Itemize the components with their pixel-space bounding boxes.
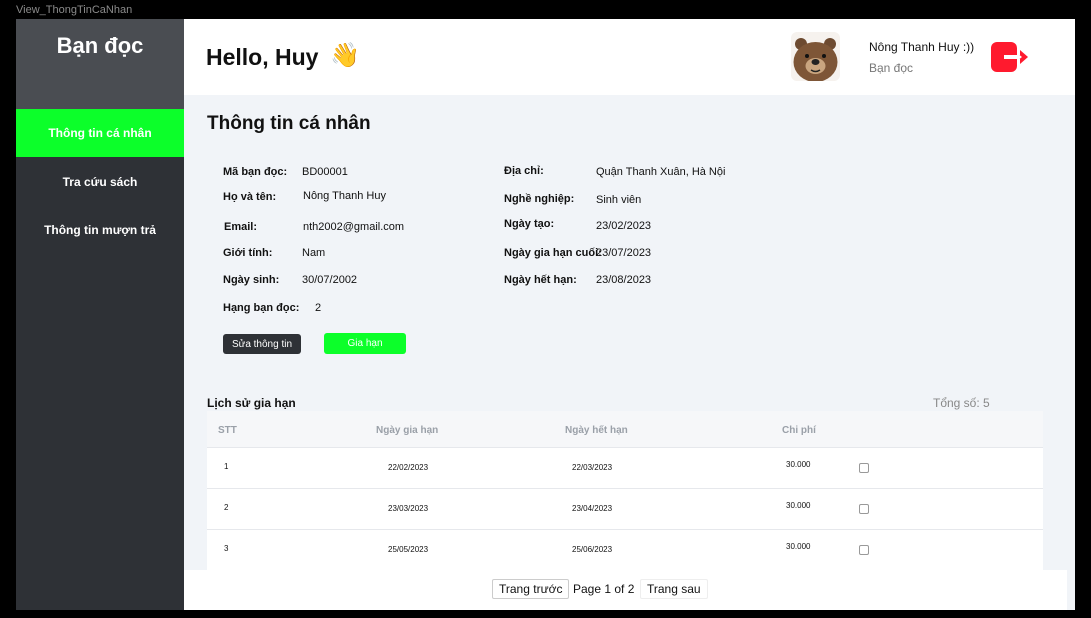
value-gender: Nam bbox=[302, 247, 326, 259]
sidebar-title: Bạn đọc bbox=[56, 33, 144, 58]
section-title: Thông tin cá nhân bbox=[207, 113, 371, 134]
top-header: Hello, Huy 👋 Nông Thanh Huy :)) Bạn đọc bbox=[184, 19, 1075, 95]
frame-label: View_ThongTinCaNhan bbox=[16, 4, 133, 16]
cell-cost: 30.000 bbox=[786, 542, 811, 551]
sidebar-item-book-search[interactable]: Tra cứu sách bbox=[16, 158, 184, 206]
label-created-date: Ngày tạo: bbox=[504, 218, 555, 230]
app-window: Bạn đọc Thông tin cá nhân Tra cứu sách T… bbox=[16, 19, 1075, 610]
cell-stt: 1 bbox=[224, 462, 229, 471]
value-address: Quận Thanh Xuân, Hà Nội bbox=[596, 166, 726, 178]
cell-stt: 2 bbox=[224, 503, 229, 512]
value-expiry-date: 23/08/2023 bbox=[596, 274, 652, 286]
value-full-name: Nông Thanh Huy bbox=[303, 190, 386, 202]
label-occupation: Nghề nghiệp: bbox=[504, 193, 575, 205]
cell-start: 23/03/2023 bbox=[388, 504, 429, 513]
cell-stt: 3 bbox=[224, 544, 229, 553]
history-total: Tổng số: 5 bbox=[933, 396, 990, 410]
label-reader-id: Mã bạn đọc: bbox=[223, 166, 288, 178]
column-header-cost: Chi phí bbox=[782, 425, 816, 436]
column-header-start: Ngày gia hạn bbox=[376, 425, 439, 436]
bear-avatar-icon bbox=[791, 32, 840, 81]
label-address: Địa chỉ: bbox=[504, 165, 544, 177]
sidebar-item-personal-info[interactable]: Thông tin cá nhân bbox=[16, 109, 184, 157]
label-last-renewal: Ngày gia hạn cuối: bbox=[504, 247, 602, 259]
table-row: 2 23/03/2023 23/04/2023 30.000 bbox=[207, 489, 1043, 530]
row-checkbox[interactable] bbox=[859, 504, 869, 514]
value-email: nth2002@gmail.com bbox=[303, 221, 405, 233]
table-header: STT Ngày gia hạn Ngày hết hạn Chi phí bbox=[207, 411, 1043, 448]
cell-start: 22/02/2023 bbox=[388, 463, 429, 472]
row-checkbox[interactable] bbox=[859, 545, 869, 555]
column-header-stt: STT bbox=[218, 425, 237, 436]
table-row: 1 22/02/2023 22/03/2023 30.000 bbox=[207, 448, 1043, 489]
value-reader-rank: 2 bbox=[315, 302, 322, 314]
extend-button[interactable]: Gia hạn bbox=[324, 333, 406, 354]
sidebar: Bạn đọc Thông tin cá nhân Tra cứu sách T… bbox=[16, 19, 184, 610]
value-birthdate: 30/07/2002 bbox=[302, 274, 358, 286]
cell-start: 25/05/2023 bbox=[388, 545, 429, 554]
user-role: Bạn đọc bbox=[869, 61, 914, 75]
sidebar-item-borrow-info[interactable]: Thông tin mượn trả bbox=[16, 206, 184, 254]
history-table: STT Ngày gia hạn Ngày hết hạn Chi phí 1 … bbox=[207, 411, 1043, 571]
logout-icon bbox=[991, 42, 1028, 72]
label-birthdate: Ngày sinh: bbox=[223, 274, 280, 286]
table-row: 3 25/05/2023 25/06/2023 30.000 bbox=[207, 530, 1043, 571]
wave-icon: 👋 bbox=[330, 42, 360, 69]
label-full-name: Họ và tên: bbox=[223, 191, 277, 203]
sidebar-header: Bạn đọc bbox=[16, 19, 184, 109]
logout-button[interactable] bbox=[990, 41, 1030, 73]
label-gender: Giới tính: bbox=[223, 247, 273, 259]
label-expiry-date: Ngày hết hạn: bbox=[504, 274, 577, 286]
avatar[interactable] bbox=[791, 32, 840, 81]
cell-end: 23/04/2023 bbox=[572, 504, 613, 513]
label-reader-rank: Hạng bạn đọc: bbox=[223, 302, 300, 314]
history-title: Lịch sử gia hạn bbox=[207, 396, 296, 410]
page-status: Page 1 of 2 bbox=[573, 582, 635, 596]
user-name: Nông Thanh Huy :)) bbox=[869, 40, 975, 54]
pagination: Trang trước Page 1 of 2 Trang sau bbox=[184, 570, 1067, 610]
row-checkbox[interactable] bbox=[859, 463, 869, 473]
edit-info-button[interactable]: Sửa thông tin bbox=[223, 334, 301, 354]
value-last-renewal: 23/07/2023 bbox=[596, 247, 652, 259]
column-header-end: Ngày hết hạn bbox=[565, 425, 628, 436]
label-email: Email: bbox=[224, 221, 258, 233]
greeting-title: Hello, Huy bbox=[206, 44, 319, 70]
value-occupation: Sinh viên bbox=[596, 194, 642, 206]
cell-cost: 30.000 bbox=[786, 501, 811, 510]
next-page-button[interactable]: Trang sau bbox=[640, 579, 708, 599]
prev-page-button[interactable]: Trang trước bbox=[492, 579, 570, 599]
cell-end: 22/03/2023 bbox=[572, 463, 613, 472]
value-reader-id: BD00001 bbox=[302, 166, 348, 178]
cell-cost: 30.000 bbox=[786, 460, 811, 469]
cell-end: 25/06/2023 bbox=[572, 545, 613, 554]
value-created-date: 23/02/2023 bbox=[596, 220, 652, 232]
